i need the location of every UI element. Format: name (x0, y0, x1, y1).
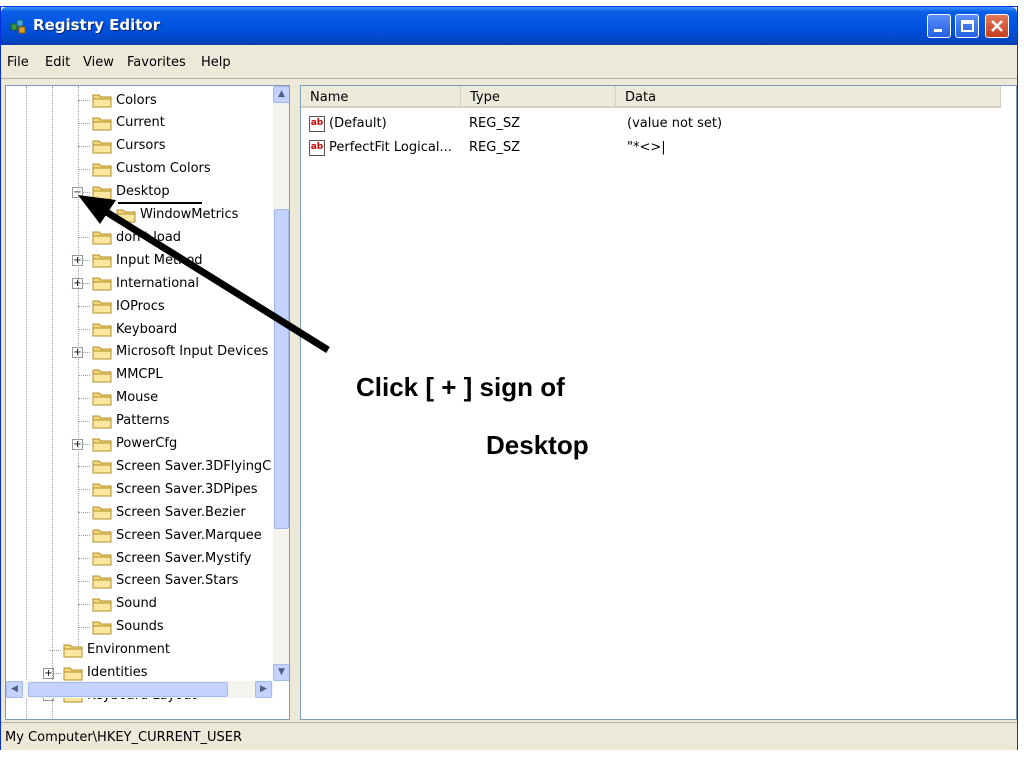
annotation-text-line2: Desktop (486, 430, 589, 460)
annotation-text-line1: Click [ + ] sign of (356, 372, 565, 402)
